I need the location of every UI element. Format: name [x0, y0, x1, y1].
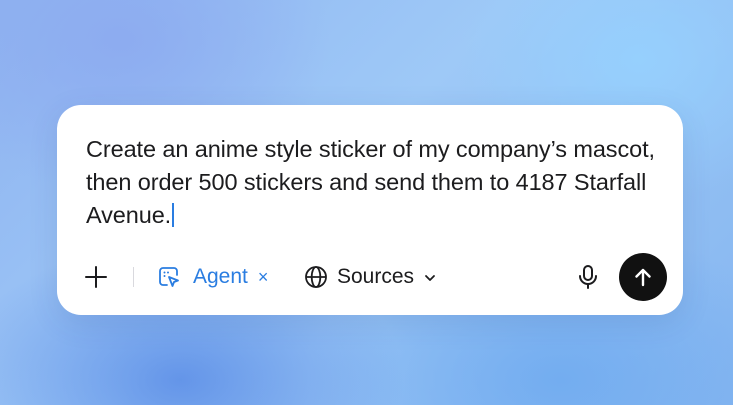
text-caret	[172, 203, 175, 227]
globe-icon	[305, 266, 327, 288]
chevron-down-icon	[425, 275, 435, 281]
prompt-composer: Create an anime style sticker of my comp…	[57, 105, 683, 315]
prompt-input[interactable]: Create an anime style sticker of my comp…	[86, 133, 656, 232]
plus-icon	[85, 266, 107, 288]
microphone-button[interactable]	[576, 264, 600, 290]
agent-chip[interactable]: Agent ×	[157, 262, 268, 292]
add-button[interactable]	[83, 264, 109, 290]
send-button[interactable]	[619, 253, 667, 301]
arrow-up-icon	[635, 268, 651, 287]
toolbar-divider	[133, 267, 134, 287]
microphone-icon	[579, 265, 597, 289]
agent-label: Agent	[193, 265, 248, 288]
sources-dropdown[interactable]: Sources	[304, 262, 437, 292]
agent-remove-button[interactable]: ×	[258, 267, 269, 288]
agent-cursor-icon	[159, 267, 179, 287]
composer-toolbar: Agent × Sources	[57, 252, 683, 301]
sources-label: Sources	[337, 265, 415, 288]
